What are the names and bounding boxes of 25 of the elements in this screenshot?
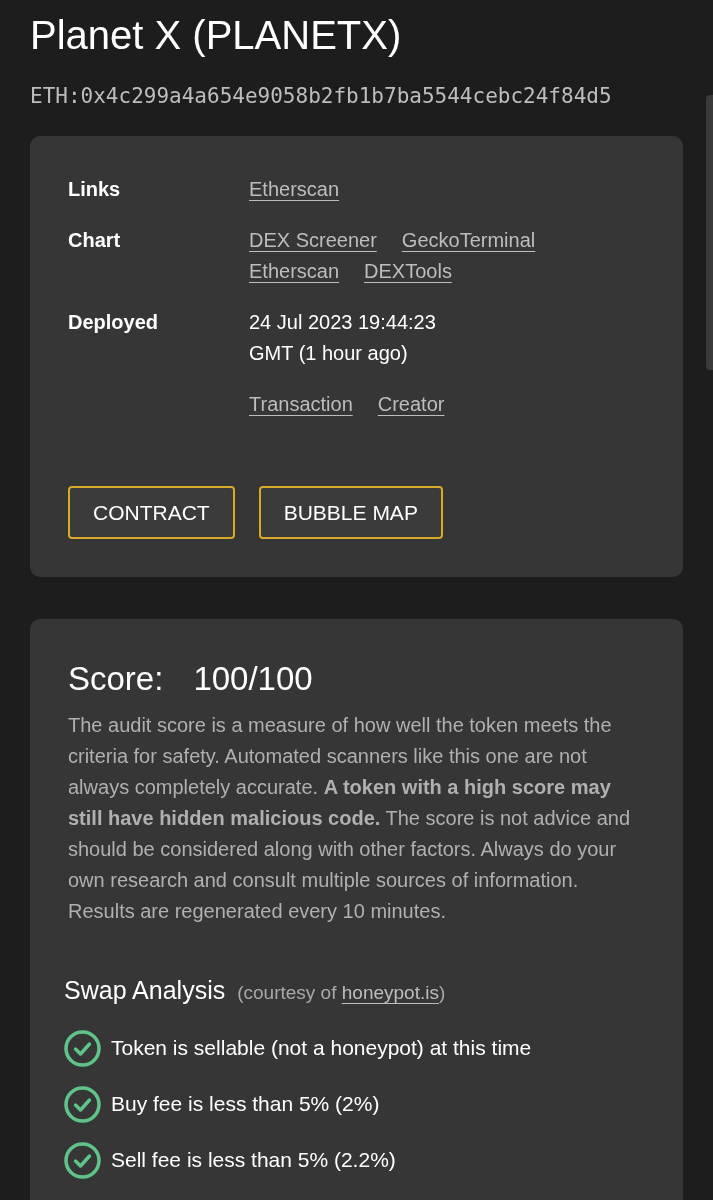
detail-label: Links [68,177,122,202]
detail-link[interactable]: Etherscan [249,174,340,205]
token-title: Planet X (PLANETX) [30,12,403,59]
contract-address: ETH:0x4c299a4a654e9058b2fb1b7ba5544cebc24f84d5 [30,83,613,109]
score-value: 100/100 [193,659,313,699]
deploy-date: 24 Jul 2023 19:44:23 GMT (1 hour ago) [249,310,437,366]
source-link[interactable]: honeypot.is [341,982,439,1003]
detail-link[interactable]: GeckoTerminal [401,225,536,256]
action-button[interactable]: BUBBLE MAP [258,486,443,539]
check-result: Buy fee is less than 5% (2%) [111,1091,380,1117]
scrollbar-thumb[interactable] [706,95,713,370]
detail-link[interactable]: Etherscan [249,256,340,287]
action-button[interactable]: CONTRACT [68,486,235,539]
section-heading: Swap Analysis [64,975,226,1006]
detail-link[interactable]: Creator [377,389,445,420]
detail-link[interactable]: DEXTools [364,256,452,287]
score-label: Score: [68,659,164,699]
score-description: The audit score is a measure of how well the token meets the criteria for safety. Automated scanners like this one are not always completely accurate. A token with a high score may still have hidden malicious code. The score is not advice and should be considered along with other factors. Always do your own research and consult multiple sources of information. Results are regenerated every 10 minutes. [68,713,632,924]
detail-link[interactable]: Transaction [249,389,353,420]
credit-note: (courtesy of honeypot.is) [237,981,446,1005]
detail-link[interactable]: DEX Screener [249,225,377,256]
check-result: Token is sellable (not a honeypot) at this time [111,1035,532,1061]
detail-label: Chart [68,228,122,253]
detail-label: Deployed [68,310,160,335]
check-result: Sell fee is less than 5% (2.2%) [111,1147,396,1173]
